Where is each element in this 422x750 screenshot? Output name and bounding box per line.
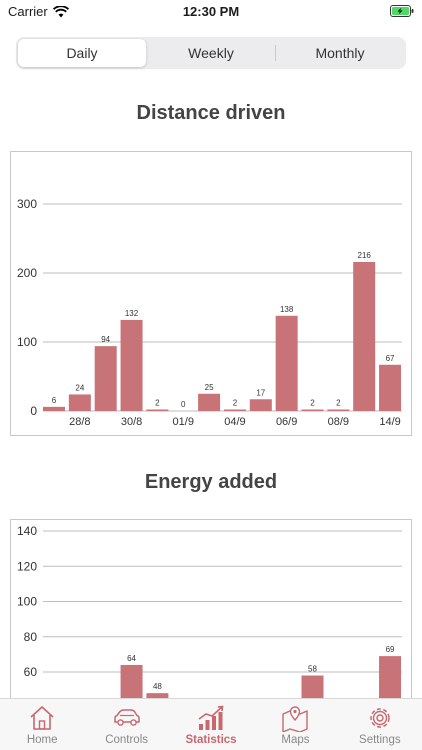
energy-chart-bar xyxy=(379,656,402,699)
energy-chart-bar xyxy=(120,664,143,699)
distance-chart-x-tick-label: 06/9 xyxy=(276,416,297,428)
distance-chart-bar xyxy=(301,409,324,411)
gear-icon xyxy=(370,708,390,728)
tab-statistics-label: Statistics xyxy=(185,734,237,746)
battery-charging-icon xyxy=(390,5,414,17)
tab-settings[interactable]: Settings xyxy=(338,699,422,750)
statistics-icon xyxy=(198,705,224,730)
distance-chart-title: Distance driven xyxy=(136,102,286,124)
distance-chart-x-tick-label: 30/8 xyxy=(121,416,142,428)
distance-chart-data-label: 2 xyxy=(310,399,315,408)
energy-chart-y-tick-label: 120 xyxy=(17,559,37,573)
distance-chart-y-tick-label: 200 xyxy=(17,266,37,280)
distance-chart: 0 100 200 300 6 24 94 132 2 0 25 2 17 138 2 2 216 67 28/8 3… xyxy=(10,151,412,436)
distance-chart-y-tick-label: 0 xyxy=(30,404,37,418)
home-icon xyxy=(30,706,54,730)
tab-home[interactable]: Home xyxy=(0,699,84,750)
energy-chart-data-label: 48 xyxy=(153,682,162,691)
distance-chart-data-label: 138 xyxy=(280,305,294,314)
segment-daily[interactable]: Daily xyxy=(18,39,146,67)
energy-chart-y-tick-label: 60 xyxy=(24,665,38,679)
distance-chart-x-tick-label: 01/9 xyxy=(173,416,194,428)
segment-monthly[interactable]: Monthly xyxy=(276,39,404,67)
tab-maps-label: Maps xyxy=(281,734,310,746)
distance-chart-data-label: 2 xyxy=(233,399,238,408)
car-icon xyxy=(113,709,140,726)
energy-chart-svg: 60 80 100 120 140 64 48 58 69 xyxy=(17,524,402,699)
status-bar: Carrier 12:30 PM xyxy=(0,0,422,22)
distance-chart-bar xyxy=(275,315,298,411)
distance-chart-bar xyxy=(120,319,143,411)
distance-chart-bar xyxy=(94,346,117,411)
distance-chart-bar xyxy=(198,393,221,411)
distance-chart-x-tick-label: 08/9 xyxy=(328,416,349,428)
distance-chart-svg: 0 100 200 300 6 24 94 132 2 0 25 2 17 138 2 2 216 67 28/8 3… xyxy=(17,197,402,428)
distance-chart-data-label: 0 xyxy=(181,400,186,409)
distance-chart-data-label: 132 xyxy=(125,309,139,318)
energy-chart-data-label: 58 xyxy=(308,665,317,674)
distance-chart-bar xyxy=(68,394,91,411)
distance-chart-y-tick-label: 100 xyxy=(17,335,37,349)
battery-status xyxy=(390,4,414,22)
tab-statistics[interactable]: Statistics xyxy=(169,699,253,750)
distance-chart-x-tick-label: 28/8 xyxy=(69,416,90,428)
energy-chart-y-tick-label: 140 xyxy=(17,524,37,538)
distance-chart-data-label: 2 xyxy=(155,399,160,408)
distance-chart-bar xyxy=(249,399,272,411)
energy-chart-y-tick-label: 100 xyxy=(17,595,37,609)
segment-weekly[interactable]: Weekly xyxy=(147,39,275,67)
distance-chart-bar xyxy=(146,409,169,411)
distance-chart-bar xyxy=(43,406,65,411)
status-time: 12:30 PM xyxy=(182,4,240,19)
distance-chart-x-tick-label: 14/9 xyxy=(379,416,400,428)
energy-chart-title: Energy added xyxy=(144,471,278,493)
distance-chart-data-label: 216 xyxy=(358,251,372,260)
distance-chart-data-label: 67 xyxy=(386,354,395,363)
distance-chart-bar xyxy=(379,364,402,411)
energy-chart-data-label: 64 xyxy=(127,654,136,663)
energy-chart: 60 80 100 120 140 64 48 58 69 xyxy=(10,519,412,699)
distance-chart-data-label: 94 xyxy=(101,335,110,344)
map-icon xyxy=(282,706,309,732)
distance-chart-bar xyxy=(223,409,246,411)
energy-chart-bar xyxy=(301,675,324,699)
period-segmented-control: Daily Weekly Monthly xyxy=(16,37,406,69)
distance-chart-bar xyxy=(353,261,376,411)
distance-chart-data-label: 6 xyxy=(52,396,57,405)
distance-chart-data-label: 24 xyxy=(75,383,84,392)
distance-chart-x-tick-label: 04/9 xyxy=(224,416,245,428)
distance-chart-data-label: 2 xyxy=(336,399,341,408)
distance-chart-bar xyxy=(327,409,350,411)
distance-chart-data-label: 17 xyxy=(256,388,265,397)
distance-chart-data-label: 25 xyxy=(205,383,214,392)
tab-controls-label: Controls xyxy=(105,734,149,746)
energy-chart-data-label: 69 xyxy=(386,645,395,654)
tab-settings-label: Settings xyxy=(359,734,401,746)
distance-chart-y-tick-label: 300 xyxy=(17,197,37,211)
energy-chart-y-tick-label: 80 xyxy=(24,630,38,644)
tab-controls[interactable]: Controls xyxy=(84,699,168,750)
tab-home-label: Home xyxy=(26,734,58,746)
tab-bar: Home Controls Statistics Maps Settings xyxy=(0,698,422,750)
tab-maps[interactable]: Maps xyxy=(253,699,337,750)
